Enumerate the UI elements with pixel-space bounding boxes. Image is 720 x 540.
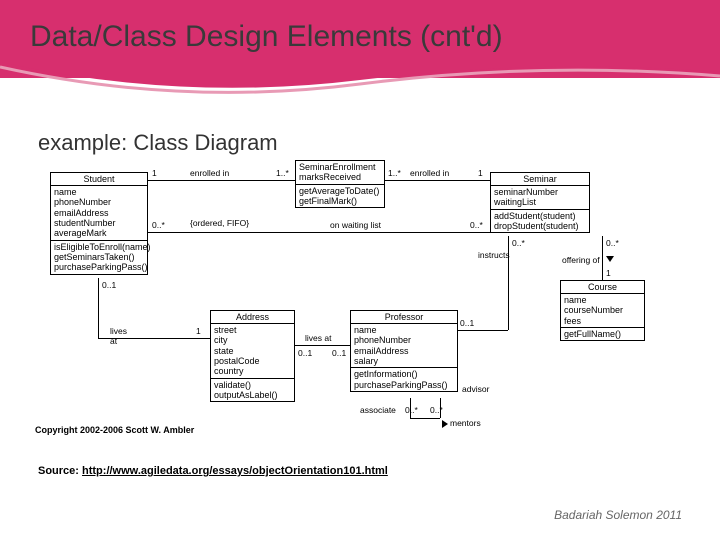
mult: 0..* [152, 220, 165, 230]
rel-waiting-list: on waiting list [330, 220, 381, 230]
attr: name [54, 187, 144, 197]
op: outputAsLabel() [214, 390, 291, 400]
attr: averageMark [54, 228, 144, 238]
class-student-name: Student [51, 173, 147, 186]
attr: street [214, 325, 291, 335]
mult: 1 [606, 268, 611, 278]
op: purchaseParkingPass() [354, 380, 454, 390]
attr: studentNumber [54, 218, 144, 228]
class-address-name: Address [211, 311, 294, 324]
mult: 1..* [276, 168, 289, 178]
rel-offering-of: offering of [562, 255, 600, 265]
mult: 0..1 [460, 318, 474, 328]
attr: SeminarEnrollment [299, 162, 381, 172]
subtitle: example: Class Diagram [38, 130, 278, 156]
source-link[interactable]: http://www.agiledata.org/essays/objectOr… [82, 465, 388, 477]
attr: state [214, 346, 291, 356]
rel-enrolled-in: enrolled in [190, 168, 229, 178]
attr: country [214, 366, 291, 376]
rel-advisor: advisor [462, 384, 489, 394]
attr: marksReceived [299, 172, 381, 182]
op: getInformation() [354, 369, 454, 379]
op: dropStudent(student) [494, 221, 586, 231]
attr: emailAddress [354, 346, 454, 356]
op: getFullName() [564, 329, 641, 339]
mult: 1 [478, 168, 483, 178]
op: isEligibleToEnroll(name) [54, 242, 144, 252]
attr: city [214, 335, 291, 345]
diagram-copyright: Copyright 2002-2006 Scott W. Ambler [35, 425, 194, 435]
attr: fees [564, 316, 641, 326]
attr: courseNumber [564, 305, 641, 315]
mult: 0..* [470, 220, 483, 230]
mult: 0..1 [332, 348, 346, 358]
footer-credit: Badariah Solemon 2011 [554, 508, 682, 522]
op: validate() [214, 380, 291, 390]
mult: 0..1 [298, 348, 312, 358]
rel-lives-at-2: lives at [305, 333, 331, 343]
attr: postalCode [214, 356, 291, 366]
mult: 1 [152, 168, 157, 178]
rel-associate: associate [360, 405, 396, 415]
attr: emailAddress [54, 208, 144, 218]
rel-mentors: mentors [450, 418, 481, 428]
rel-lives-at: livesat [110, 326, 127, 346]
attr: seminarNumber [494, 187, 586, 197]
op: getAverageToDate() [299, 186, 381, 196]
class-seminar-name: Seminar [491, 173, 589, 186]
rel-instructs: instructs [478, 250, 510, 260]
mult: 1..* [388, 168, 401, 178]
attr: phoneNumber [354, 335, 454, 345]
mult: 0..1 [102, 280, 116, 290]
attr: phoneNumber [54, 197, 144, 207]
source-citation: Source: http://www.agiledata.org/essays/… [38, 465, 388, 477]
class-professor-name: Professor [351, 311, 457, 324]
attr: salary [354, 356, 454, 366]
attr: name [354, 325, 454, 335]
class-course-name: Course [561, 281, 644, 294]
wave-decoration [0, 62, 720, 112]
op: getFinalMark() [299, 196, 381, 206]
mult: 0..* [606, 238, 619, 248]
op: addStudent(student) [494, 211, 586, 221]
op: getSeminarsTaken() [54, 252, 144, 262]
rel-enrolled-in-2: enrolled in [410, 168, 449, 178]
page-title: Data/Class Design Elements (cnt'd) [30, 20, 503, 54]
attr: name [564, 295, 641, 305]
mult: 1 [196, 326, 201, 336]
mult: 0..* [512, 238, 525, 248]
op: purchaseParkingPass() [54, 262, 144, 272]
class-diagram: Student name phoneNumber emailAddress st… [50, 160, 670, 450]
attr: waitingList [494, 197, 586, 207]
rel-waiting-note: {ordered, FIFO} [190, 218, 249, 228]
mult: 0..* [405, 405, 418, 415]
